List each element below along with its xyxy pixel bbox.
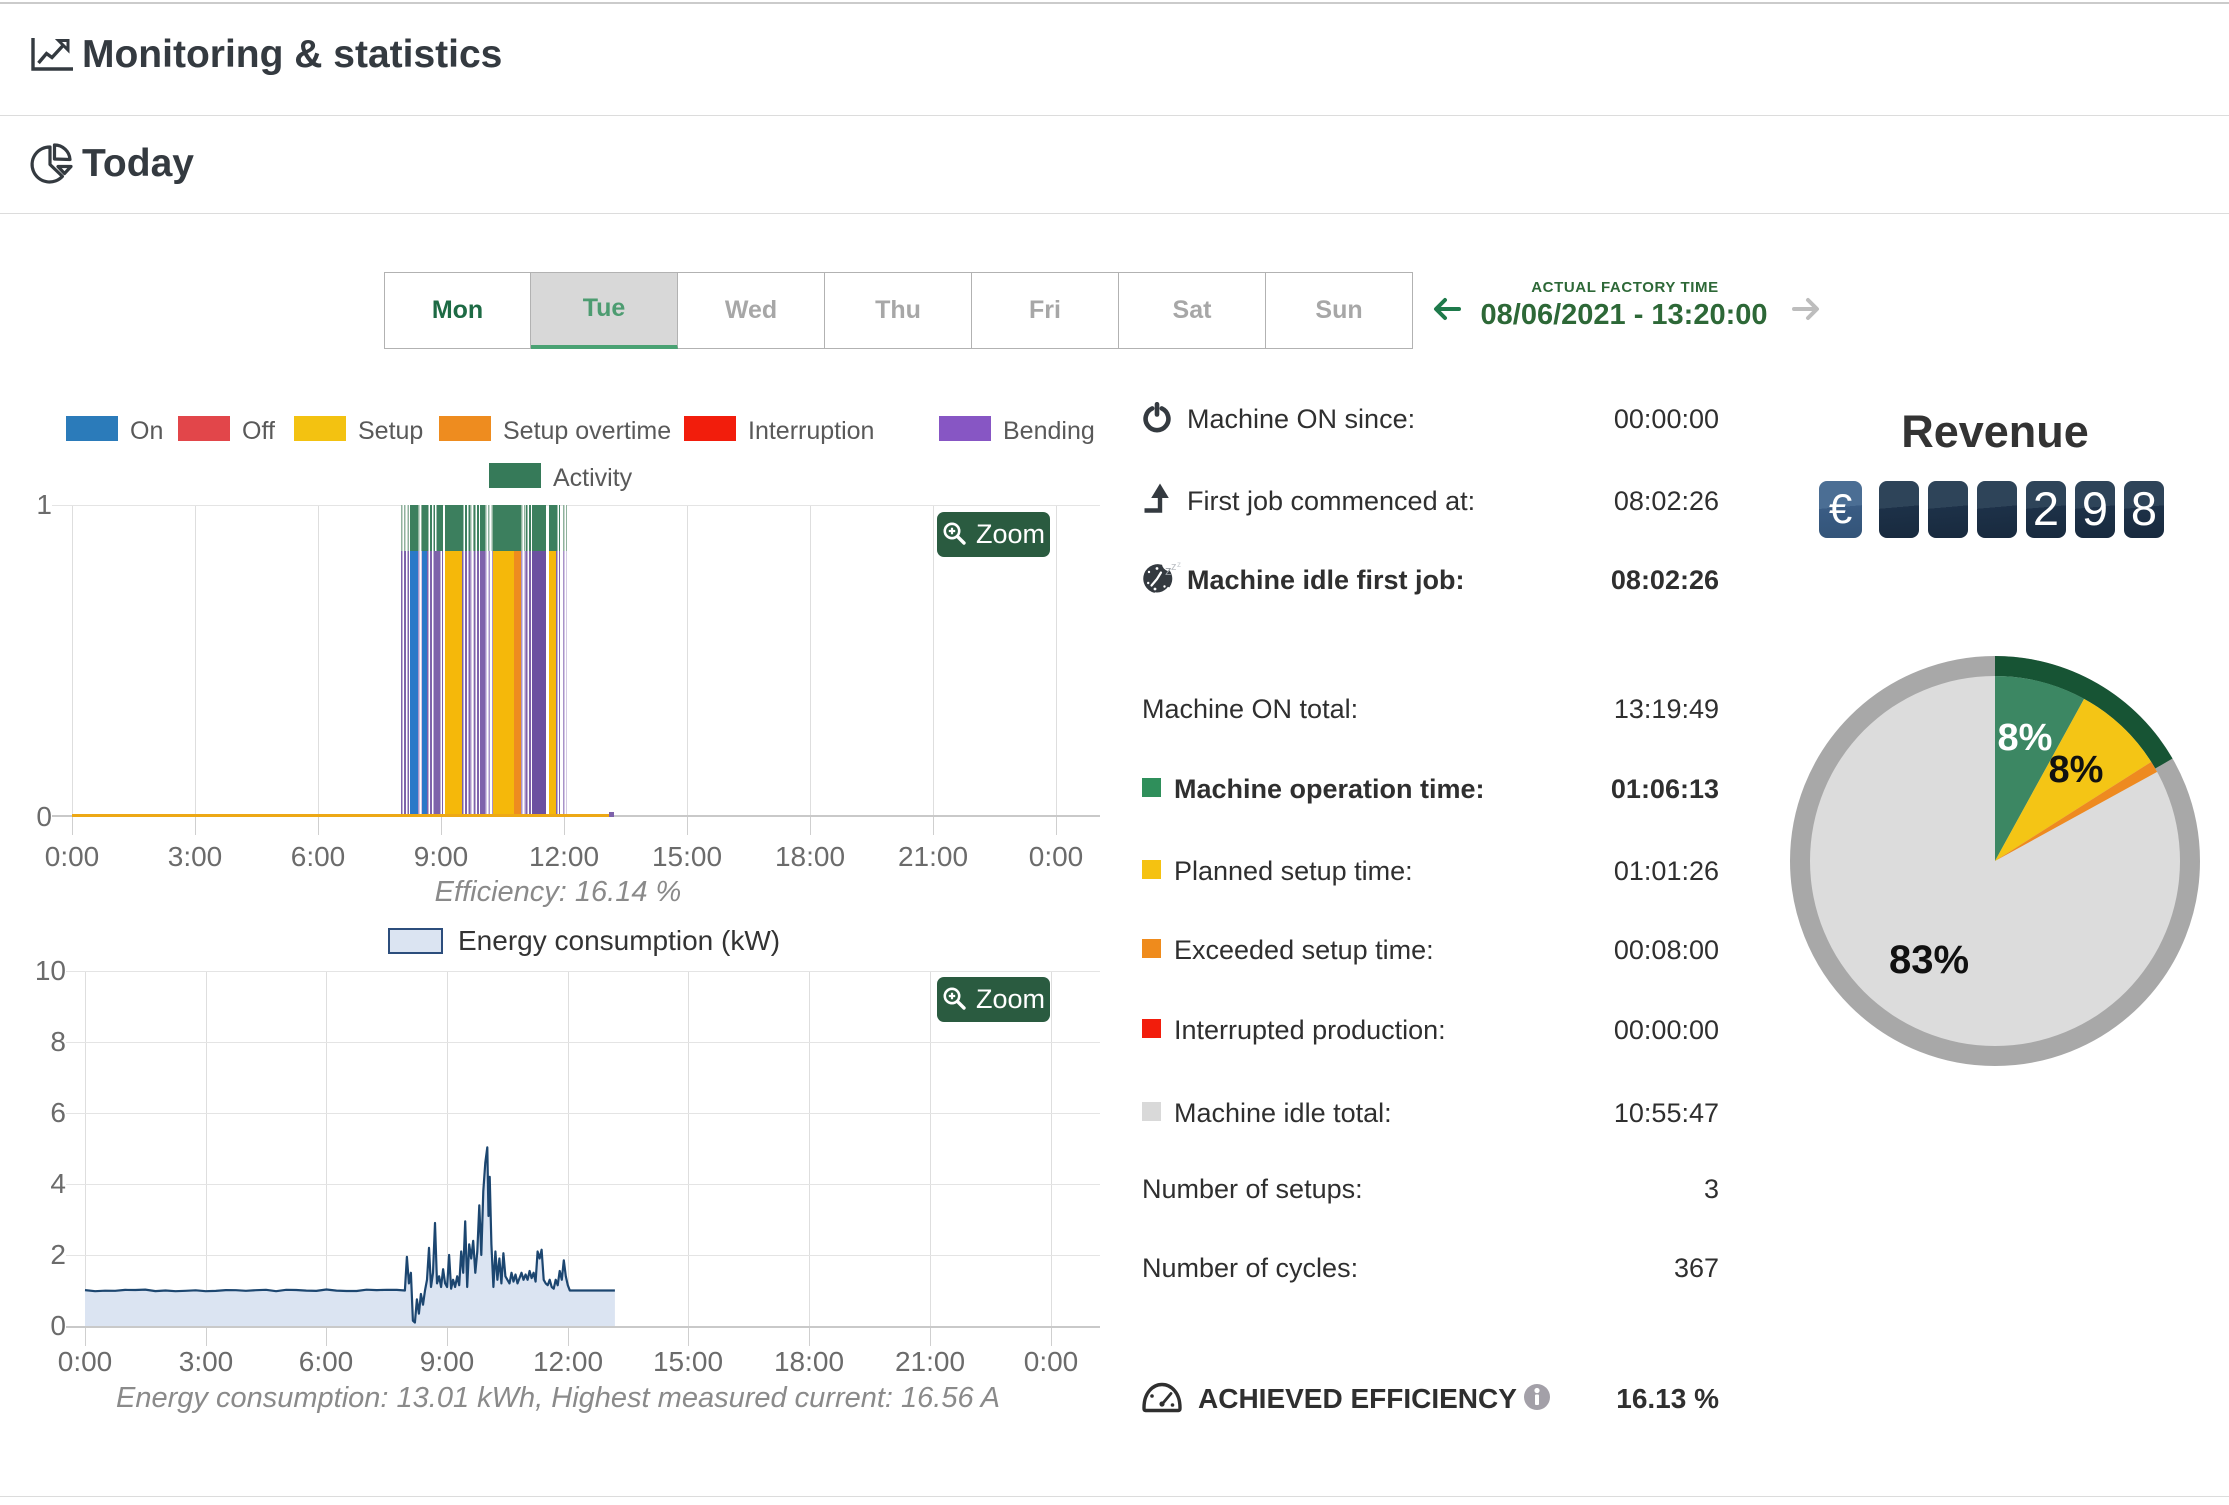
svg-text:z: z bbox=[1177, 562, 1181, 569]
svg-text:z: z bbox=[1171, 562, 1177, 573]
